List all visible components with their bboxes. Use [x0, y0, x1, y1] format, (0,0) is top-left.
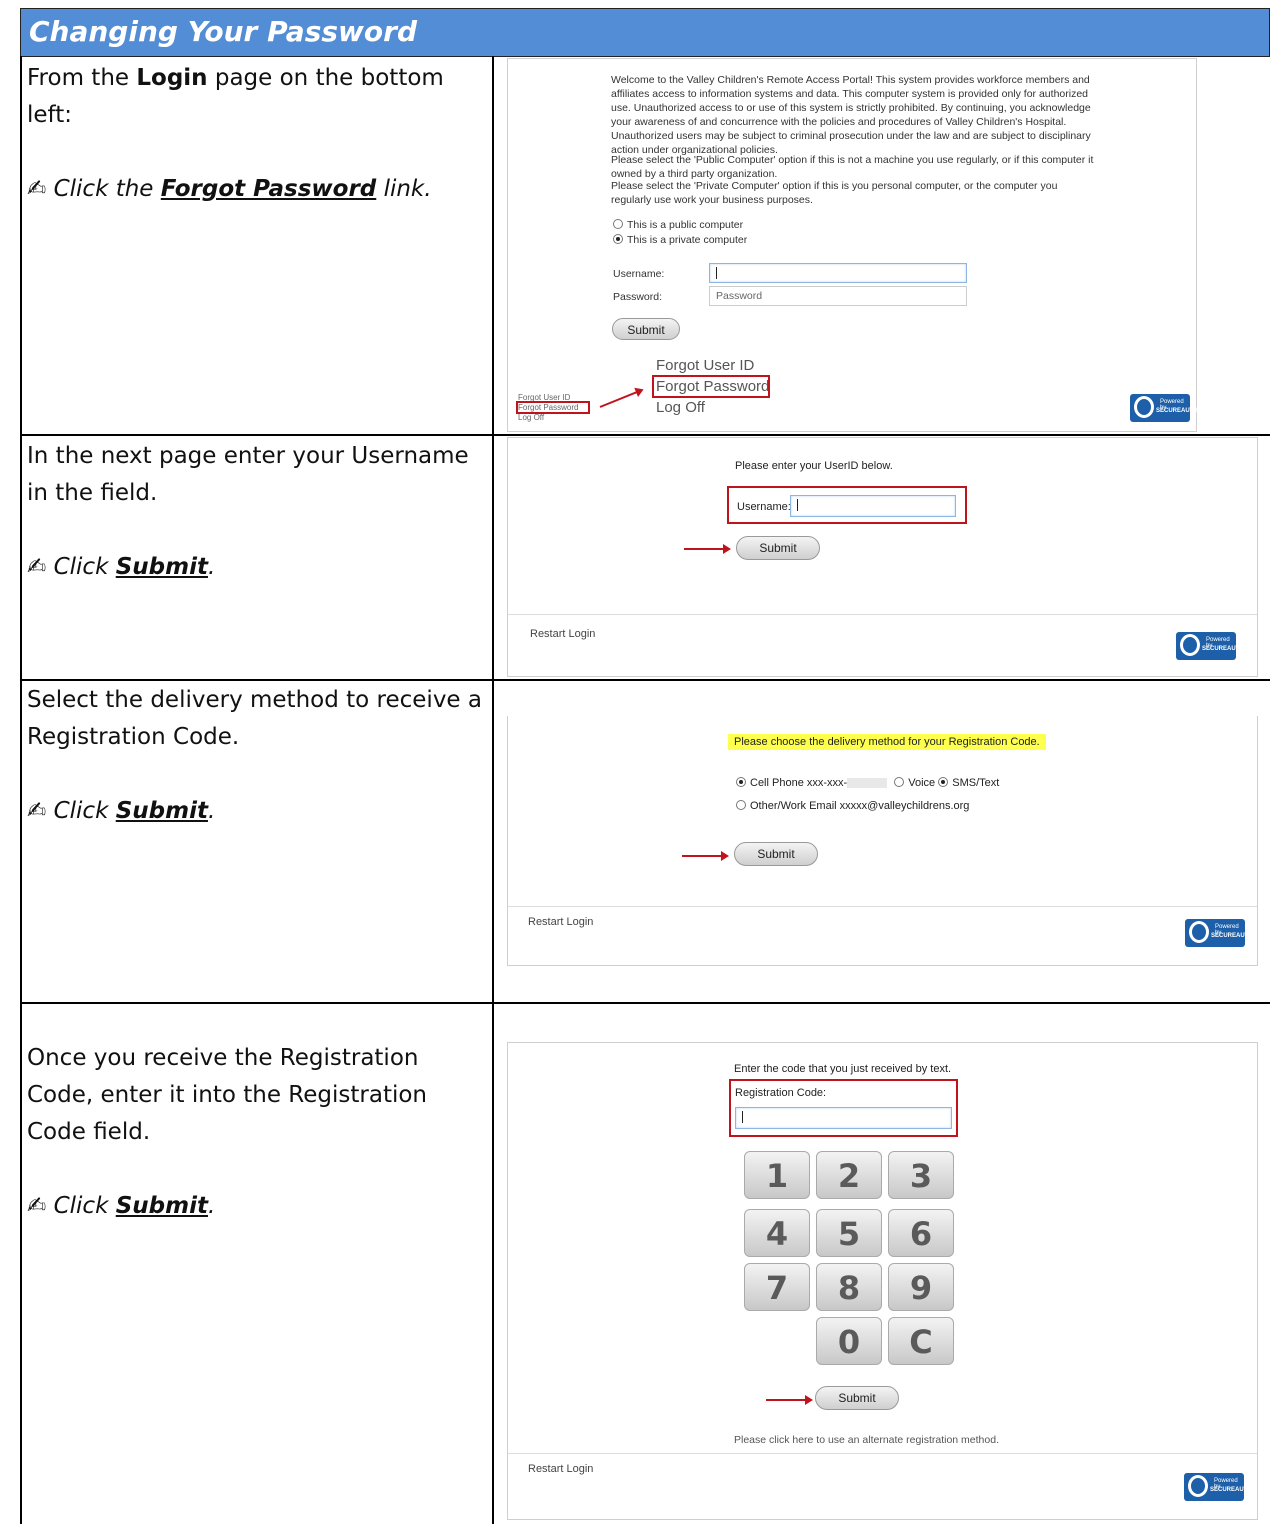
cell-phone-option[interactable]: Cell Phone xxx-xxx- Voice SMS/Text	[736, 777, 999, 789]
email-radio-icon[interactable]	[736, 800, 746, 810]
submit-arrow-4	[766, 1395, 813, 1405]
row-divider-2	[20, 679, 1270, 681]
row-divider-3	[20, 1002, 1270, 1004]
voice-radio-icon[interactable]	[894, 777, 905, 787]
secureauth-logo: Powered by SECUREAUTH	[1130, 394, 1198, 422]
radio-public-icon[interactable]	[613, 219, 623, 229]
username-input[interactable]	[709, 263, 967, 283]
userid-prompt: Please enter your UserID below.	[735, 460, 893, 472]
step-3-instruction: ✍︎ Click Submit.	[27, 798, 216, 824]
radio-private[interactable]: This is a private computer	[613, 233, 747, 247]
keypad-key-0[interactable]: 0	[816, 1317, 882, 1365]
userid-footer-divider	[508, 614, 1257, 615]
login-screenshot: Welcome to the Valley Children's Remote …	[507, 58, 1198, 432]
submit-arrow-3	[682, 851, 729, 861]
callout-arrow	[599, 391, 638, 408]
welcome-text: Welcome to the Valley Children's Remote …	[611, 74, 1091, 156]
public-note: Please select the 'Public Computer' opti…	[611, 154, 1094, 180]
page-title: Changing Your Password	[29, 15, 417, 48]
step-3-description: Select the delivery method to receive a …	[27, 687, 482, 750]
secureauth-logo: Powered by SECUREAUTH	[1185, 919, 1253, 947]
login-submit-button[interactable]: Submit	[612, 318, 680, 340]
delivery-prompt: Please choose the delivery method for yo…	[728, 734, 1046, 750]
zoom-logoff-link[interactable]: Log Off	[656, 397, 769, 418]
table-border-left	[20, 56, 22, 1524]
radio-public[interactable]: This is a public computer	[613, 218, 743, 232]
delivery-submit-button[interactable]: Submit	[734, 842, 818, 866]
keypad-key-7[interactable]: 7	[744, 1263, 810, 1311]
keypad-key-5[interactable]: 5	[816, 1209, 882, 1257]
userid-submit-button[interactable]: Submit	[736, 536, 820, 560]
zoom-forgot-userid-link[interactable]: Forgot User ID	[656, 355, 769, 376]
email-option[interactable]: Other/Work Email xxxxx@valleychildrens.o…	[736, 800, 969, 812]
secureauth-s-icon	[1180, 634, 1200, 656]
userid-username-label: Username:	[737, 501, 791, 513]
keypad-key-4[interactable]: 4	[744, 1209, 810, 1257]
userid-restart-login-link[interactable]: Restart Login	[530, 628, 595, 640]
code-prompt: Enter the code that you just received by…	[734, 1063, 952, 1075]
secureauth-logo: Powered by SECUREAUTH	[1176, 632, 1244, 660]
secureauth-s-icon	[1188, 1475, 1208, 1497]
keypad-key-8[interactable]: 8	[816, 1263, 882, 1311]
secureauth-logo: Powered by SECUREAUTH	[1184, 1473, 1252, 1501]
step-2-text: In the next page enter your Username in …	[27, 438, 487, 586]
step-1-text: From the Login page on the bottom left: …	[27, 60, 487, 208]
secureauth-s-icon	[1189, 921, 1209, 943]
private-note: Please select the 'Private Computer' opt…	[611, 180, 1058, 206]
userid-username-input[interactable]	[790, 495, 956, 517]
keypad-key-2[interactable]: 2	[816, 1151, 882, 1199]
sms-radio-icon[interactable]	[938, 777, 949, 787]
code-footer-divider	[508, 1453, 1257, 1454]
code-submit-button[interactable]: Submit	[815, 1386, 899, 1410]
submit-arrow-2	[684, 544, 731, 554]
username-label: Username:	[613, 268, 665, 280]
zoom-callout-box	[652, 375, 770, 398]
keypad-key-6[interactable]: 6	[888, 1209, 954, 1257]
delivery-footer-divider	[508, 906, 1257, 907]
secureauth-s-icon	[1134, 396, 1154, 418]
table-border-middle	[492, 56, 494, 1524]
keypad-key-9[interactable]: 9	[888, 1263, 954, 1311]
step-4-text: Once you receive the Registration Code, …	[27, 1040, 487, 1225]
small-callout-box	[516, 401, 590, 414]
code-screenshot: Enter the code that you just received by…	[507, 1042, 1258, 1520]
code-label: Registration Code:	[735, 1087, 827, 1099]
alternate-method-link[interactable]: Please click here to use an alternate re…	[734, 1434, 999, 1446]
userid-screenshot: Please enter your UserID below. Username…	[507, 437, 1258, 677]
step-4-instruction: ✍︎ Click Submit.	[27, 1193, 216, 1219]
keypad-key-clear[interactable]: C	[888, 1317, 954, 1365]
step-1-description: From the Login page on the bottom left:	[27, 65, 444, 128]
cell-radio-icon[interactable]	[736, 777, 746, 787]
delivery-screenshot: Please choose the delivery method for yo…	[507, 716, 1258, 966]
keypad-key-3[interactable]: 3	[888, 1151, 954, 1199]
forgot-password-reference: Forgot Password	[160, 176, 377, 202]
delivery-restart-login-link[interactable]: Restart Login	[528, 916, 593, 928]
small-logoff-link[interactable]: Log Off	[518, 413, 578, 423]
step-2-description: In the next page enter your Username in …	[27, 443, 469, 506]
radio-private-icon[interactable]	[613, 234, 623, 244]
step-2-instruction: ✍︎ Click Submit.	[27, 554, 216, 580]
step-3-text: Select the delivery method to receive a …	[27, 682, 487, 830]
step-1-instruction: ✍︎ Click the Forgot Password link.	[27, 176, 432, 202]
password-label: Password:	[613, 291, 663, 303]
code-restart-login-link[interactable]: Restart Login	[528, 1463, 593, 1475]
row-divider-1	[20, 434, 1270, 436]
document-header: Changing Your Password	[20, 8, 1270, 57]
registration-code-input[interactable]	[735, 1107, 952, 1129]
password-input[interactable]: Password	[709, 286, 967, 306]
step-4-description: Once you receive the Registration Code, …	[27, 1045, 428, 1145]
keypad-key-1[interactable]: 1	[744, 1151, 810, 1199]
